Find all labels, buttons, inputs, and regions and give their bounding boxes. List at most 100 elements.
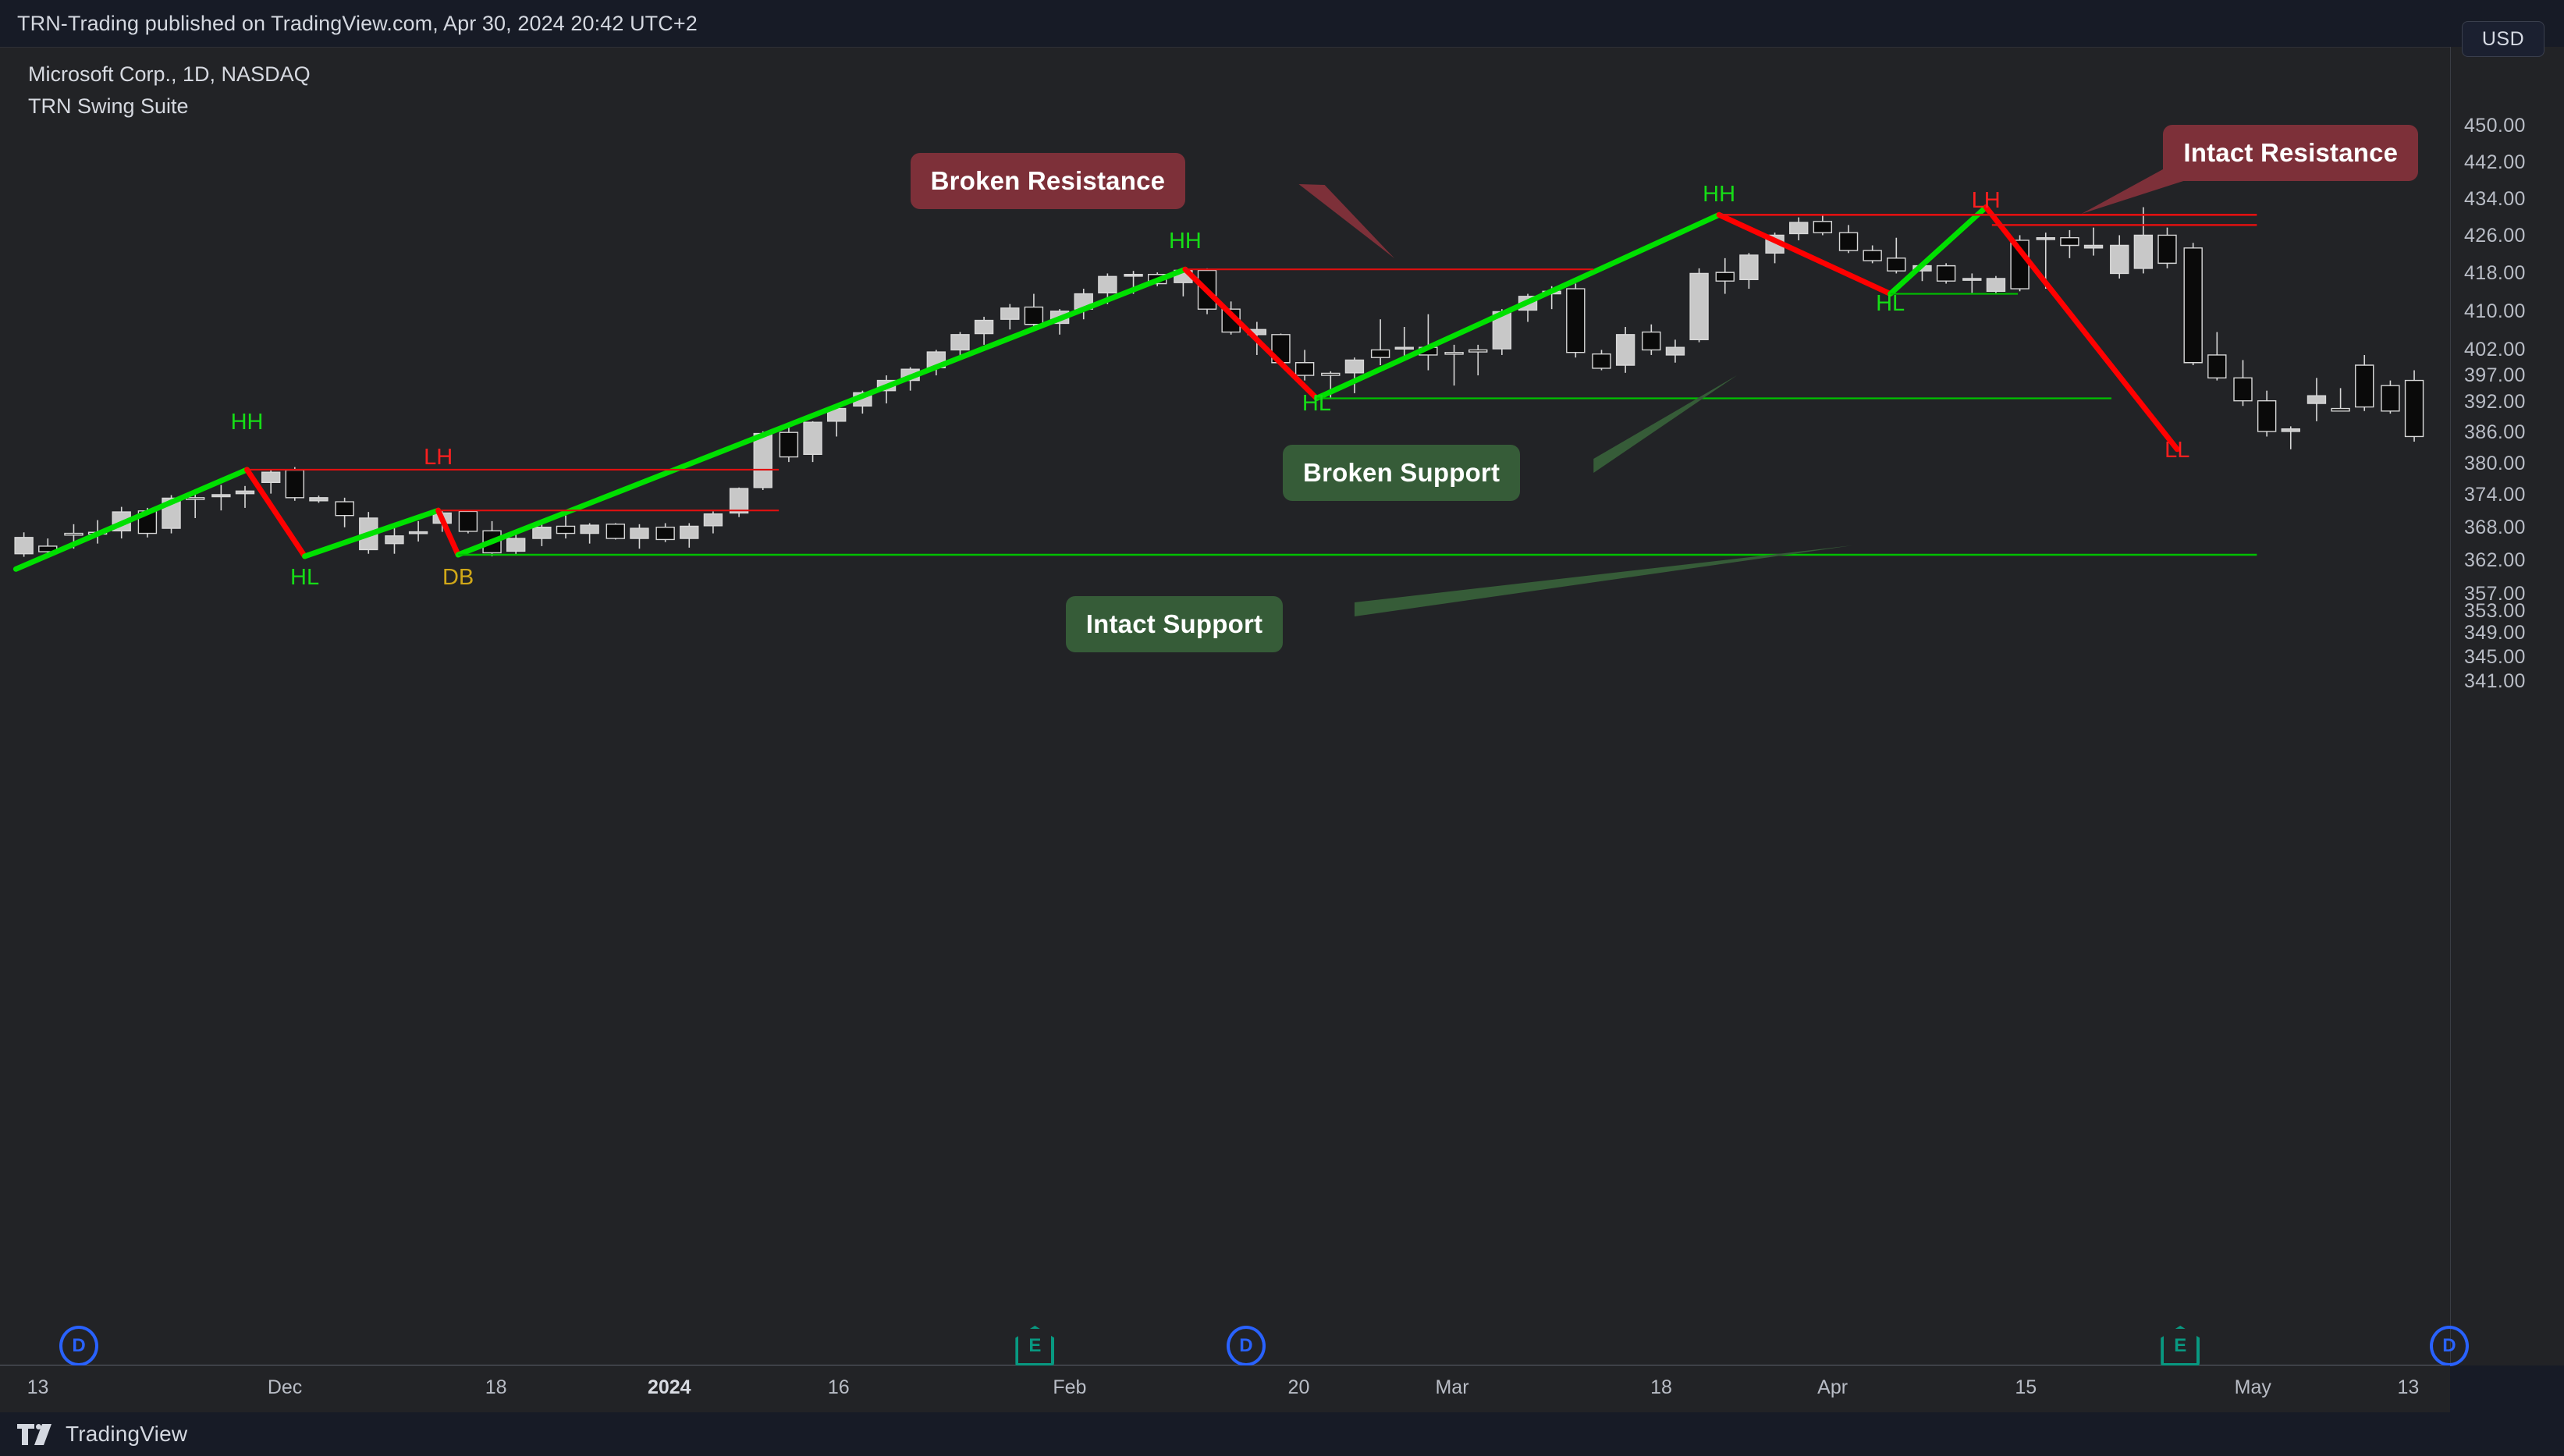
time-tick: 2024 xyxy=(647,1376,691,1398)
price-tick: 374.00 xyxy=(2464,484,2526,506)
candle-body xyxy=(2061,238,2079,246)
candle-body xyxy=(2011,240,2029,289)
candle-body xyxy=(286,471,304,498)
swing-leg xyxy=(458,269,1185,555)
price-tick: 362.00 xyxy=(2464,549,2526,571)
price-tick: 410.00 xyxy=(2464,300,2526,322)
candle-body xyxy=(138,511,156,534)
candle-body xyxy=(2134,235,2152,268)
candle-body xyxy=(581,525,598,533)
candle-body xyxy=(162,498,180,528)
time-tick: Apr xyxy=(1817,1376,1848,1398)
time-tick: May xyxy=(2234,1376,2271,1398)
price-tick: 353.00 xyxy=(2464,600,2526,622)
swing-leg xyxy=(305,510,439,556)
dividend-marker-icon[interactable]: D xyxy=(1226,1326,1266,1366)
price-tick: 442.00 xyxy=(2464,151,2526,173)
candle-body xyxy=(2331,409,2349,411)
candle-body xyxy=(1124,275,1142,276)
swing-leg xyxy=(1316,215,1719,398)
candle-body xyxy=(1987,279,2005,291)
candle-body xyxy=(1716,272,1734,281)
swing-label-hl: HL xyxy=(290,565,320,590)
candle-body xyxy=(1149,275,1167,284)
dividend-marker-icon[interactable]: D xyxy=(2429,1326,2469,1366)
candle-body xyxy=(901,369,919,380)
candle-body xyxy=(2234,378,2252,400)
candle-body xyxy=(1395,347,1413,349)
callout-broken-support[interactable]: Broken Support xyxy=(1283,445,1521,501)
candle-body xyxy=(1051,311,1069,324)
candle-body xyxy=(680,526,698,538)
candle-body xyxy=(1519,297,1537,311)
swing-leg xyxy=(1891,208,1987,294)
swing-label-hl: HL xyxy=(1302,391,1331,416)
candle-body xyxy=(1642,332,1660,350)
candle-body xyxy=(1372,350,1390,357)
candle-body xyxy=(1913,266,1931,272)
candle-body xyxy=(1840,233,1858,250)
chart-plot-area[interactable]: HH HL LH DB HH HL HH LH HL LL Broken Resistance In… xyxy=(0,48,2450,1319)
candle-body xyxy=(1322,373,1340,375)
chart-pane[interactable]: Microsoft Corp., 1D, NASDAQ TRN Swing Su… xyxy=(0,47,2450,1365)
candle-body xyxy=(1543,291,1561,293)
swing-label-lh: LH xyxy=(1971,188,2001,213)
callout-tails xyxy=(1298,156,2261,616)
candle-body xyxy=(927,352,945,368)
callout-broken-resistance[interactable]: Broken Resistance xyxy=(910,153,1186,209)
price-axis[interactable]: USD 450.00 442.00 434.00 426.00 418.00 410.00… xyxy=(2450,21,2564,1365)
price-tick: 392.00 xyxy=(2464,391,2526,413)
candle-body xyxy=(112,512,130,531)
time-axis[interactable]: 13Dec18202416Feb20Mar18Apr15May13Jun17 xyxy=(0,1365,2450,1412)
candle-body xyxy=(1296,363,1314,375)
swing-label-hl: HL xyxy=(1876,291,1905,316)
candle-body xyxy=(1199,271,1216,310)
candle-body xyxy=(1025,307,1042,325)
candle-body xyxy=(754,434,772,488)
callout-intact-support[interactable]: Intact Support xyxy=(1065,596,1284,652)
price-tick: 368.00 xyxy=(2464,517,2526,538)
swing-label-hh: HH xyxy=(1703,182,1736,207)
candle-body xyxy=(1099,276,1117,293)
tradingview-chart-screenshot: TRN-Trading published on TradingView.com… xyxy=(0,0,2564,1456)
callout-tail xyxy=(1354,545,1853,616)
price-tick: 380.00 xyxy=(2464,453,2526,474)
price-tick: 397.00 xyxy=(2464,364,2526,386)
swing-label-hh: HH xyxy=(1168,229,1202,254)
candle-body xyxy=(385,536,403,544)
candle-body xyxy=(89,532,107,534)
tradingview-logo-icon xyxy=(17,1423,51,1445)
candle-body xyxy=(1863,250,1881,261)
candle-body xyxy=(1174,271,1192,283)
candle-body xyxy=(2356,365,2374,407)
price-tick: 349.00 xyxy=(2464,622,2526,644)
candle-body xyxy=(2381,385,2399,411)
candle-body xyxy=(1222,309,1240,332)
candle-body xyxy=(1937,266,1955,282)
candle-body xyxy=(2406,381,2424,437)
earnings-marker-icon[interactable]: E xyxy=(2161,1326,2200,1366)
earnings-marker-icon[interactable]: E xyxy=(1015,1326,1055,1366)
candle-body xyxy=(1690,273,1708,339)
dividend-marker-icon[interactable]: D xyxy=(59,1326,98,1366)
tradingview-logo[interactable]: TradingView xyxy=(0,1422,187,1447)
candle-body xyxy=(459,511,477,531)
candle-body xyxy=(1740,255,1758,279)
candle-body xyxy=(854,392,872,406)
candle-body xyxy=(1963,279,1981,280)
time-tick: 20 xyxy=(1287,1376,1310,1398)
candle-body xyxy=(186,498,204,499)
swing-leg xyxy=(16,470,247,569)
candle-body xyxy=(779,432,797,456)
candle-body xyxy=(606,524,624,538)
currency-badge[interactable]: USD xyxy=(2462,21,2544,57)
candle-body xyxy=(1887,258,1905,271)
callout-intact-resistance[interactable]: Intact Resistance xyxy=(2163,125,2419,181)
swing-label-db: DB xyxy=(442,565,474,590)
candle-body xyxy=(704,514,722,526)
candle-body xyxy=(1666,347,1684,355)
candle-body xyxy=(483,531,501,552)
callout-tail xyxy=(1593,375,1738,473)
candle-body xyxy=(65,534,83,535)
candle-body xyxy=(975,321,993,334)
